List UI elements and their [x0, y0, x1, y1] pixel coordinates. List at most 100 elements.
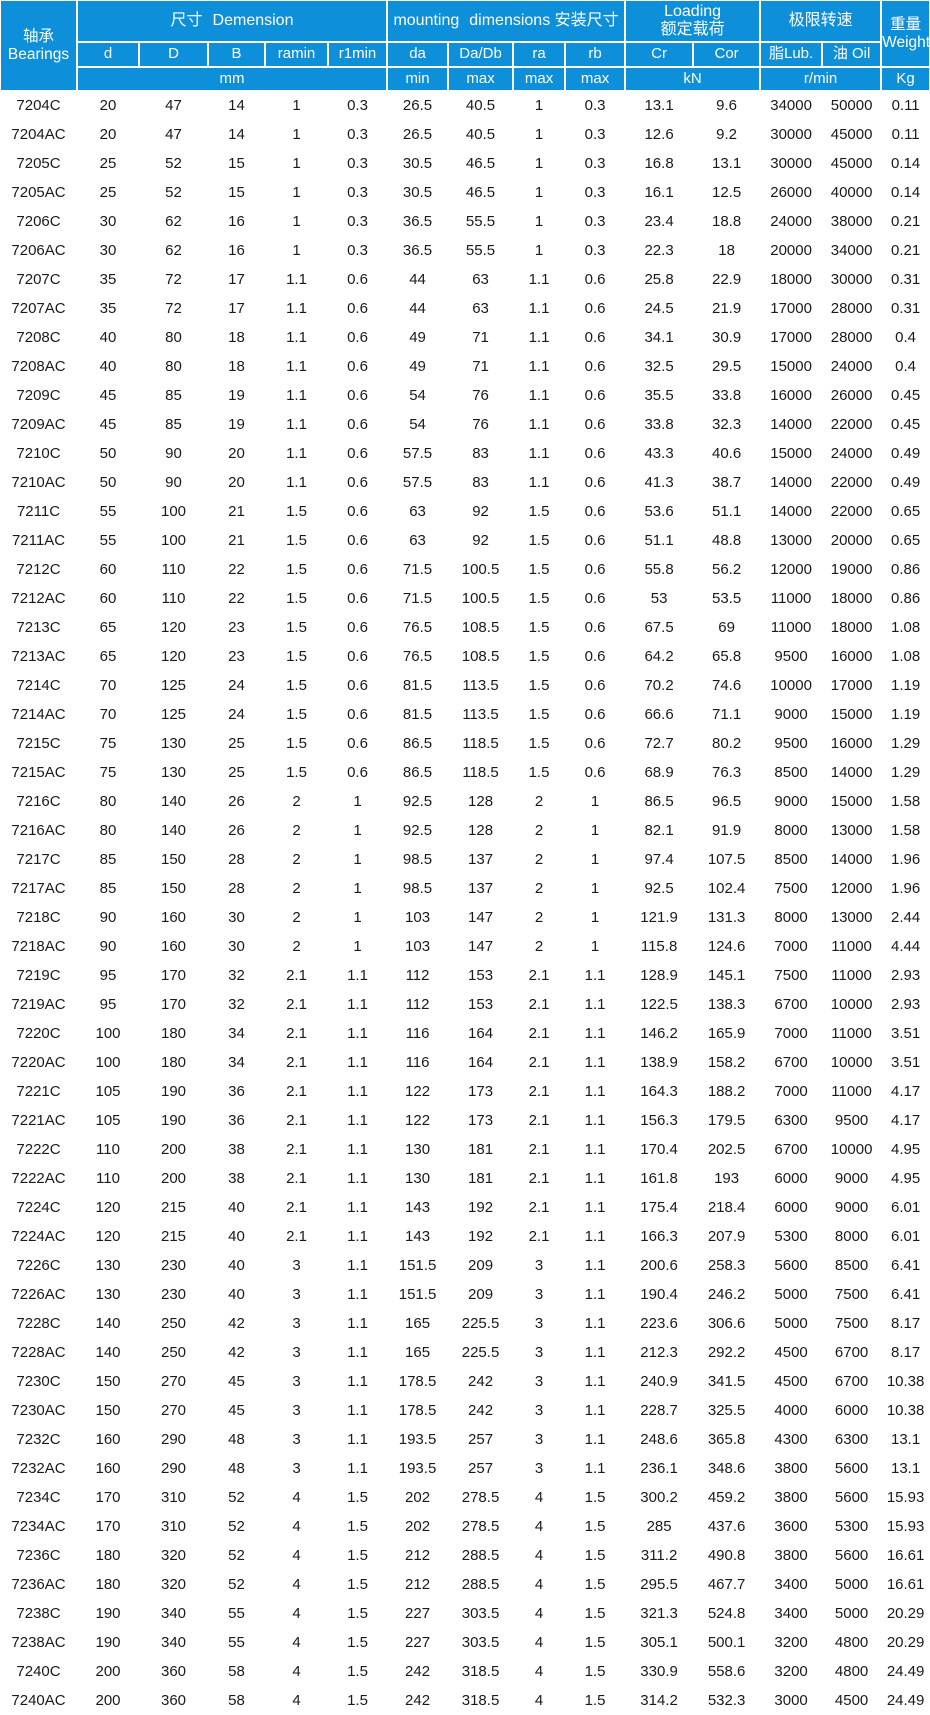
cell-cor: 138.3 [693, 990, 761, 1019]
cell-d: 45 [77, 381, 139, 410]
cell--oil: 5600 [822, 1483, 882, 1512]
cell--oil: 4800 [822, 1628, 882, 1657]
cell-weight: 1.58 [881, 816, 930, 845]
cell-weight: 0.65 [881, 526, 930, 555]
header-mounting-cn: 安装尺寸 [554, 12, 619, 30]
cell-da-db: 128 [448, 787, 514, 816]
header-bearings: 轴承 Bearings [0, 0, 77, 91]
header-sub-D: D [139, 42, 208, 67]
cell-bearing-designation: 7208C [0, 323, 77, 352]
cell-bearing-designation: 7206C [0, 207, 77, 236]
cell-d: 200 [77, 1686, 139, 1715]
header-mounting-en2: dimensions [469, 12, 551, 30]
cell-d: 360 [139, 1686, 208, 1715]
table-row: 7208AC 40 80 18 1.1 0.6 49 71 1.1 0.6 32.5 29.5 1500… [0, 352, 930, 381]
cell-ramin: 4 [265, 1628, 328, 1657]
cell-rb: 0.3 [565, 236, 626, 265]
cell-da: 122 [387, 1077, 449, 1106]
cell-d: 72 [139, 265, 208, 294]
cell--lub-: 7500 [760, 961, 823, 990]
cell-d: 90 [77, 903, 139, 932]
cell-b: 19 [208, 410, 265, 439]
cell-da: 130 [387, 1164, 449, 1193]
cell--lub-: 6000 [760, 1164, 823, 1193]
cell-da-db: 278.5 [448, 1512, 514, 1541]
cell-cor: 48.8 [693, 526, 761, 555]
cell-weight: 0.31 [881, 265, 930, 294]
bearing-specification-table: 轴承 Bearings 尺寸 Demension mounting dimensio… [0, 0, 930, 1715]
cell-r1min: 1.1 [328, 1164, 388, 1193]
cell-da-db: 288.5 [448, 1570, 514, 1599]
cell-cr: 53 [625, 584, 694, 613]
header-row-units: mm min max max max kN r/min Kg [0, 67, 930, 91]
cell-b: 23 [208, 642, 265, 671]
cell-r1min: 0.6 [328, 671, 388, 700]
cell-d: 200 [77, 1657, 139, 1686]
cell-cor: 258.3 [693, 1251, 761, 1280]
cell-da-db: 147 [448, 903, 514, 932]
cell--oil: 10000 [822, 1048, 882, 1077]
cell-bearing-designation: 7228AC [0, 1338, 77, 1367]
header-loading: Loading 额定载荷 [625, 0, 761, 42]
cell-ra: 1.1 [513, 265, 566, 294]
cell-d: 120 [77, 1193, 139, 1222]
table-row: 7209C 45 85 19 1.1 0.6 54 76 1.1 0.6 35.5 33.8 16000… [0, 381, 930, 410]
cell-d: 215 [139, 1222, 208, 1251]
cell--lub-: 30000 [760, 120, 823, 149]
cell-da: 44 [387, 294, 449, 323]
cell-rb: 1 [565, 874, 626, 903]
cell-da-db: 209 [448, 1280, 514, 1309]
cell-da-db: 147 [448, 932, 514, 961]
table-row: 7216C 80 140 26 2 1 92.5 128 2 1 86.5 96.5 9000 15000… [0, 787, 930, 816]
cell-da: 242 [387, 1686, 449, 1715]
table-body: 7204C 20 47 14 1 0.3 26.5 40.5 1 0.3 13.1 9.6 34000 5… [0, 91, 930, 1715]
cell-ramin: 2.1 [265, 1193, 328, 1222]
cell-cr: 200.6 [625, 1251, 694, 1280]
cell-b: 22 [208, 555, 265, 584]
cell-da-db: 55.5 [448, 207, 514, 236]
cell-ra: 2.1 [513, 1048, 566, 1077]
cell-b: 58 [208, 1686, 265, 1715]
cell--lub-: 3400 [760, 1599, 823, 1628]
cell-ramin: 2 [265, 787, 328, 816]
cell-r1min: 1.5 [328, 1541, 388, 1570]
cell--lub-: 6000 [760, 1193, 823, 1222]
cell-ramin: 3 [265, 1367, 328, 1396]
cell-ramin: 1.5 [265, 671, 328, 700]
cell-r1min: 0.6 [328, 613, 388, 642]
cell-r1min: 1.1 [328, 1338, 388, 1367]
cell-da-db: 100.5 [448, 555, 514, 584]
cell-da-db: 137 [448, 874, 514, 903]
cell-ramin: 2 [265, 874, 328, 903]
cell-ra: 2 [513, 787, 566, 816]
cell-d: 125 [139, 700, 208, 729]
cell-r1min: 0.6 [328, 555, 388, 584]
cell-cor: 51.1 [693, 497, 761, 526]
table-row: 7224AC 120 215 40 2.1 1.1 143 192 2.1 1.1 166.3 207… [0, 1222, 930, 1251]
cell-weight: 6.41 [881, 1251, 930, 1280]
cell-bearing-designation: 7217AC [0, 874, 77, 903]
cell-b: 52 [208, 1570, 265, 1599]
cell-r1min: 1.5 [328, 1657, 388, 1686]
cell--oil: 17000 [822, 671, 882, 700]
cell-da-db: 118.5 [448, 729, 514, 758]
header-limiting-speed-cn: 极限转速 [788, 12, 853, 30]
cell-cor: 69 [693, 613, 761, 642]
cell--oil: 6700 [822, 1367, 882, 1396]
cell-bearing-designation: 7213C [0, 613, 77, 642]
cell-ramin: 1 [265, 91, 328, 120]
cell-rb: 0.6 [565, 468, 626, 497]
cell-r1min: 0.3 [328, 120, 388, 149]
table-row: 7211C 55 100 21 1.5 0.6 63 92 1.5 0.6 53.6 51.1 1400… [0, 497, 930, 526]
cell-r1min: 0.3 [328, 178, 388, 207]
cell-ramin: 3 [265, 1396, 328, 1425]
cell-da: 112 [387, 961, 449, 990]
cell--lub-: 8500 [760, 845, 823, 874]
table-row: 7240AC 200 360 58 4 1.5 242 318.5 4 1.5 314.2 532.3… [0, 1686, 930, 1715]
cell-b: 21 [208, 526, 265, 555]
header-weight-cn: 重量 [890, 16, 922, 34]
cell-cr: 305.1 [625, 1628, 694, 1657]
cell-bearing-designation: 7232C [0, 1425, 77, 1454]
cell--oil: 50000 [822, 91, 882, 120]
cell--oil: 11000 [822, 932, 882, 961]
